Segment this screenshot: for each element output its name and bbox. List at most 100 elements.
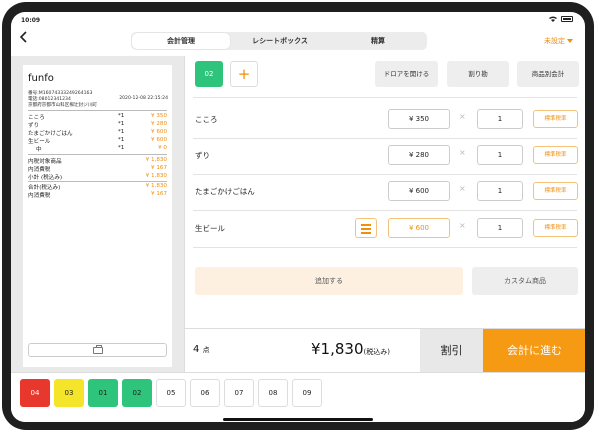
print-button[interactable]	[28, 343, 167, 357]
times-icon: ×	[459, 148, 466, 157]
per-item-checkout-button[interactable]: 商品別会計	[517, 61, 579, 87]
receipt-summary-line: 内税対象商品 ¥ 1,830	[28, 157, 167, 165]
item-options-button[interactable]	[355, 218, 377, 238]
screen: 10:09 会計管理 レシートボックス 精算 未設定 funfo 番号:M160…	[11, 12, 585, 422]
divider	[28, 154, 167, 155]
receipt-item-name: 生ビール	[28, 139, 51, 145]
table-chip[interactable]: 04	[20, 379, 50, 407]
plus-icon: +	[237, 65, 251, 83]
tax-rate-button[interactable]: 標準税率	[533, 182, 578, 200]
price-field[interactable]: ¥ 350	[388, 109, 450, 129]
table-chip[interactable]: 09	[292, 379, 322, 407]
discount-button[interactable]: 割引	[420, 329, 483, 373]
receipt-summary-line: 合計(税込み) ¥ 1,830	[28, 183, 167, 191]
menu-line	[361, 232, 371, 234]
split-bill-button[interactable]: 割り勘	[447, 61, 509, 87]
receipt-line: 生ビール *1 ¥ 600	[28, 137, 167, 145]
receipt-item-name: こころ	[28, 115, 45, 121]
price-field[interactable]: ¥ 600	[388, 218, 450, 238]
item-name: たまごかけごはん	[195, 187, 255, 196]
quantity-field[interactable]: 1	[477, 109, 523, 129]
menu-line	[361, 224, 371, 226]
custom-item-button[interactable]: カスタム商品	[472, 267, 578, 295]
receipt-date: 2020-12-08 22:15:24	[119, 96, 168, 101]
table-chip[interactable]: 01	[88, 379, 118, 407]
open-drawer-button[interactable]: ドロアを開ける	[375, 61, 438, 87]
order-item-row: たまごかけごはん ¥ 600 × 1 標準税率	[185, 176, 585, 212]
checkout-button[interactable]: 会計に進む	[483, 329, 585, 373]
receipt-item-name: 中	[36, 147, 42, 153]
order-tab-active[interactable]: 02	[195, 61, 223, 87]
receipt-summary-line: 内消費税 ¥ 167	[28, 165, 167, 173]
order-item-row: 生ビール ¥ 600 × 1 標準税率	[185, 213, 585, 249]
summary-value: ¥ 167	[150, 165, 167, 171]
receipt-line: たまごかけごはん *1 ¥ 600	[28, 129, 167, 137]
table-chip[interactable]: 03	[54, 379, 84, 407]
tax-rate-button[interactable]: 標準税率	[533, 110, 578, 128]
quantity-field[interactable]: 1	[477, 145, 523, 165]
order-panel: 02 + ドロアを開ける 割り勘 商品別会計 こころ ¥ 350 × 1 標準税…	[184, 56, 585, 373]
printer-icon	[93, 345, 103, 354]
store-name: funfo	[28, 73, 54, 84]
table-chip[interactable]: 06	[190, 379, 220, 407]
segmented-tabs: 会計管理 レシートボックス 精算	[131, 32, 427, 50]
receipt-item-qty: *1	[118, 137, 125, 143]
divider	[28, 110, 167, 111]
summary-label: 内消費税	[28, 193, 51, 199]
item-name: 生ビール	[195, 224, 225, 233]
receipt-item-price: ¥ 0	[158, 145, 167, 151]
receipt-line: 中 *1 ¥ 0	[28, 145, 167, 153]
tax-rate-button[interactable]: 標準税率	[533, 219, 578, 237]
total-suffix: (税込み)	[363, 348, 390, 356]
add-item-button[interactable]: 追加する	[195, 267, 463, 295]
table-chip[interactable]: 08	[258, 379, 288, 407]
unset-dropdown[interactable]: 未設定	[544, 36, 573, 46]
summary-label: 内税対象商品	[28, 159, 62, 165]
receipt-line: ずり *1 ¥ 280	[28, 121, 167, 129]
table-chip[interactable]: 02	[122, 379, 152, 407]
receipt-item-qty: *1	[118, 121, 125, 127]
item-count: 4 点	[193, 344, 210, 355]
divider	[193, 247, 577, 248]
receipt-item-price: ¥ 350	[150, 113, 167, 119]
battery-icon	[561, 16, 573, 22]
tax-rate-button[interactable]: 標準税率	[533, 146, 578, 164]
order-item-row: ずり ¥ 280 × 1 標準税率	[185, 140, 585, 176]
menu-line	[361, 228, 371, 230]
divider	[193, 138, 577, 139]
status-time: 10:09	[21, 17, 41, 24]
price-field[interactable]: ¥ 600	[388, 181, 450, 201]
back-button[interactable]	[19, 30, 37, 50]
receipt-item-price: ¥ 280	[150, 121, 167, 127]
item-name: こころ	[195, 115, 218, 124]
divider	[193, 174, 577, 175]
receipt-item-name: たまごかけごはん	[28, 131, 73, 137]
table-chip[interactable]: 05	[156, 379, 186, 407]
price-field[interactable]: ¥ 280	[388, 145, 450, 165]
unset-label: 未設定	[544, 37, 565, 45]
receipt-item-name: ずり	[28, 123, 40, 129]
times-icon: ×	[459, 184, 466, 193]
status-bar: 10:09	[11, 12, 585, 28]
summary-label: 小計 (税込み)	[28, 175, 63, 181]
receipt-item-qty: *1	[118, 145, 125, 151]
summary-value: ¥ 1,830	[145, 157, 167, 163]
order-item-row: こころ ¥ 350 × 1 標準税率	[185, 104, 585, 140]
total-amount: ¥1,830(税込み)	[311, 340, 390, 358]
add-tab-button[interactable]: +	[230, 61, 258, 87]
tab-settlement[interactable]: 精算	[329, 32, 427, 50]
receipt-item-price: ¥ 600	[150, 137, 167, 143]
checkout-bar: 4 点 ¥1,830(税込み) 割引 会計に進む	[185, 328, 585, 373]
quantity-field[interactable]: 1	[477, 218, 523, 238]
summary-value: ¥ 167	[150, 191, 167, 197]
summary-value: ¥ 1,830	[145, 183, 167, 189]
caret-down-icon	[567, 39, 573, 43]
tab-accounting[interactable]: 会計管理	[132, 33, 230, 49]
times-icon: ×	[459, 112, 466, 121]
divider	[193, 210, 577, 211]
receipt-item-qty: *1	[118, 113, 125, 119]
quantity-field[interactable]: 1	[477, 181, 523, 201]
tab-receipt-box[interactable]: レシートボックス	[231, 32, 329, 50]
item-count-unit: 点	[202, 346, 210, 354]
table-chip[interactable]: 07	[224, 379, 254, 407]
